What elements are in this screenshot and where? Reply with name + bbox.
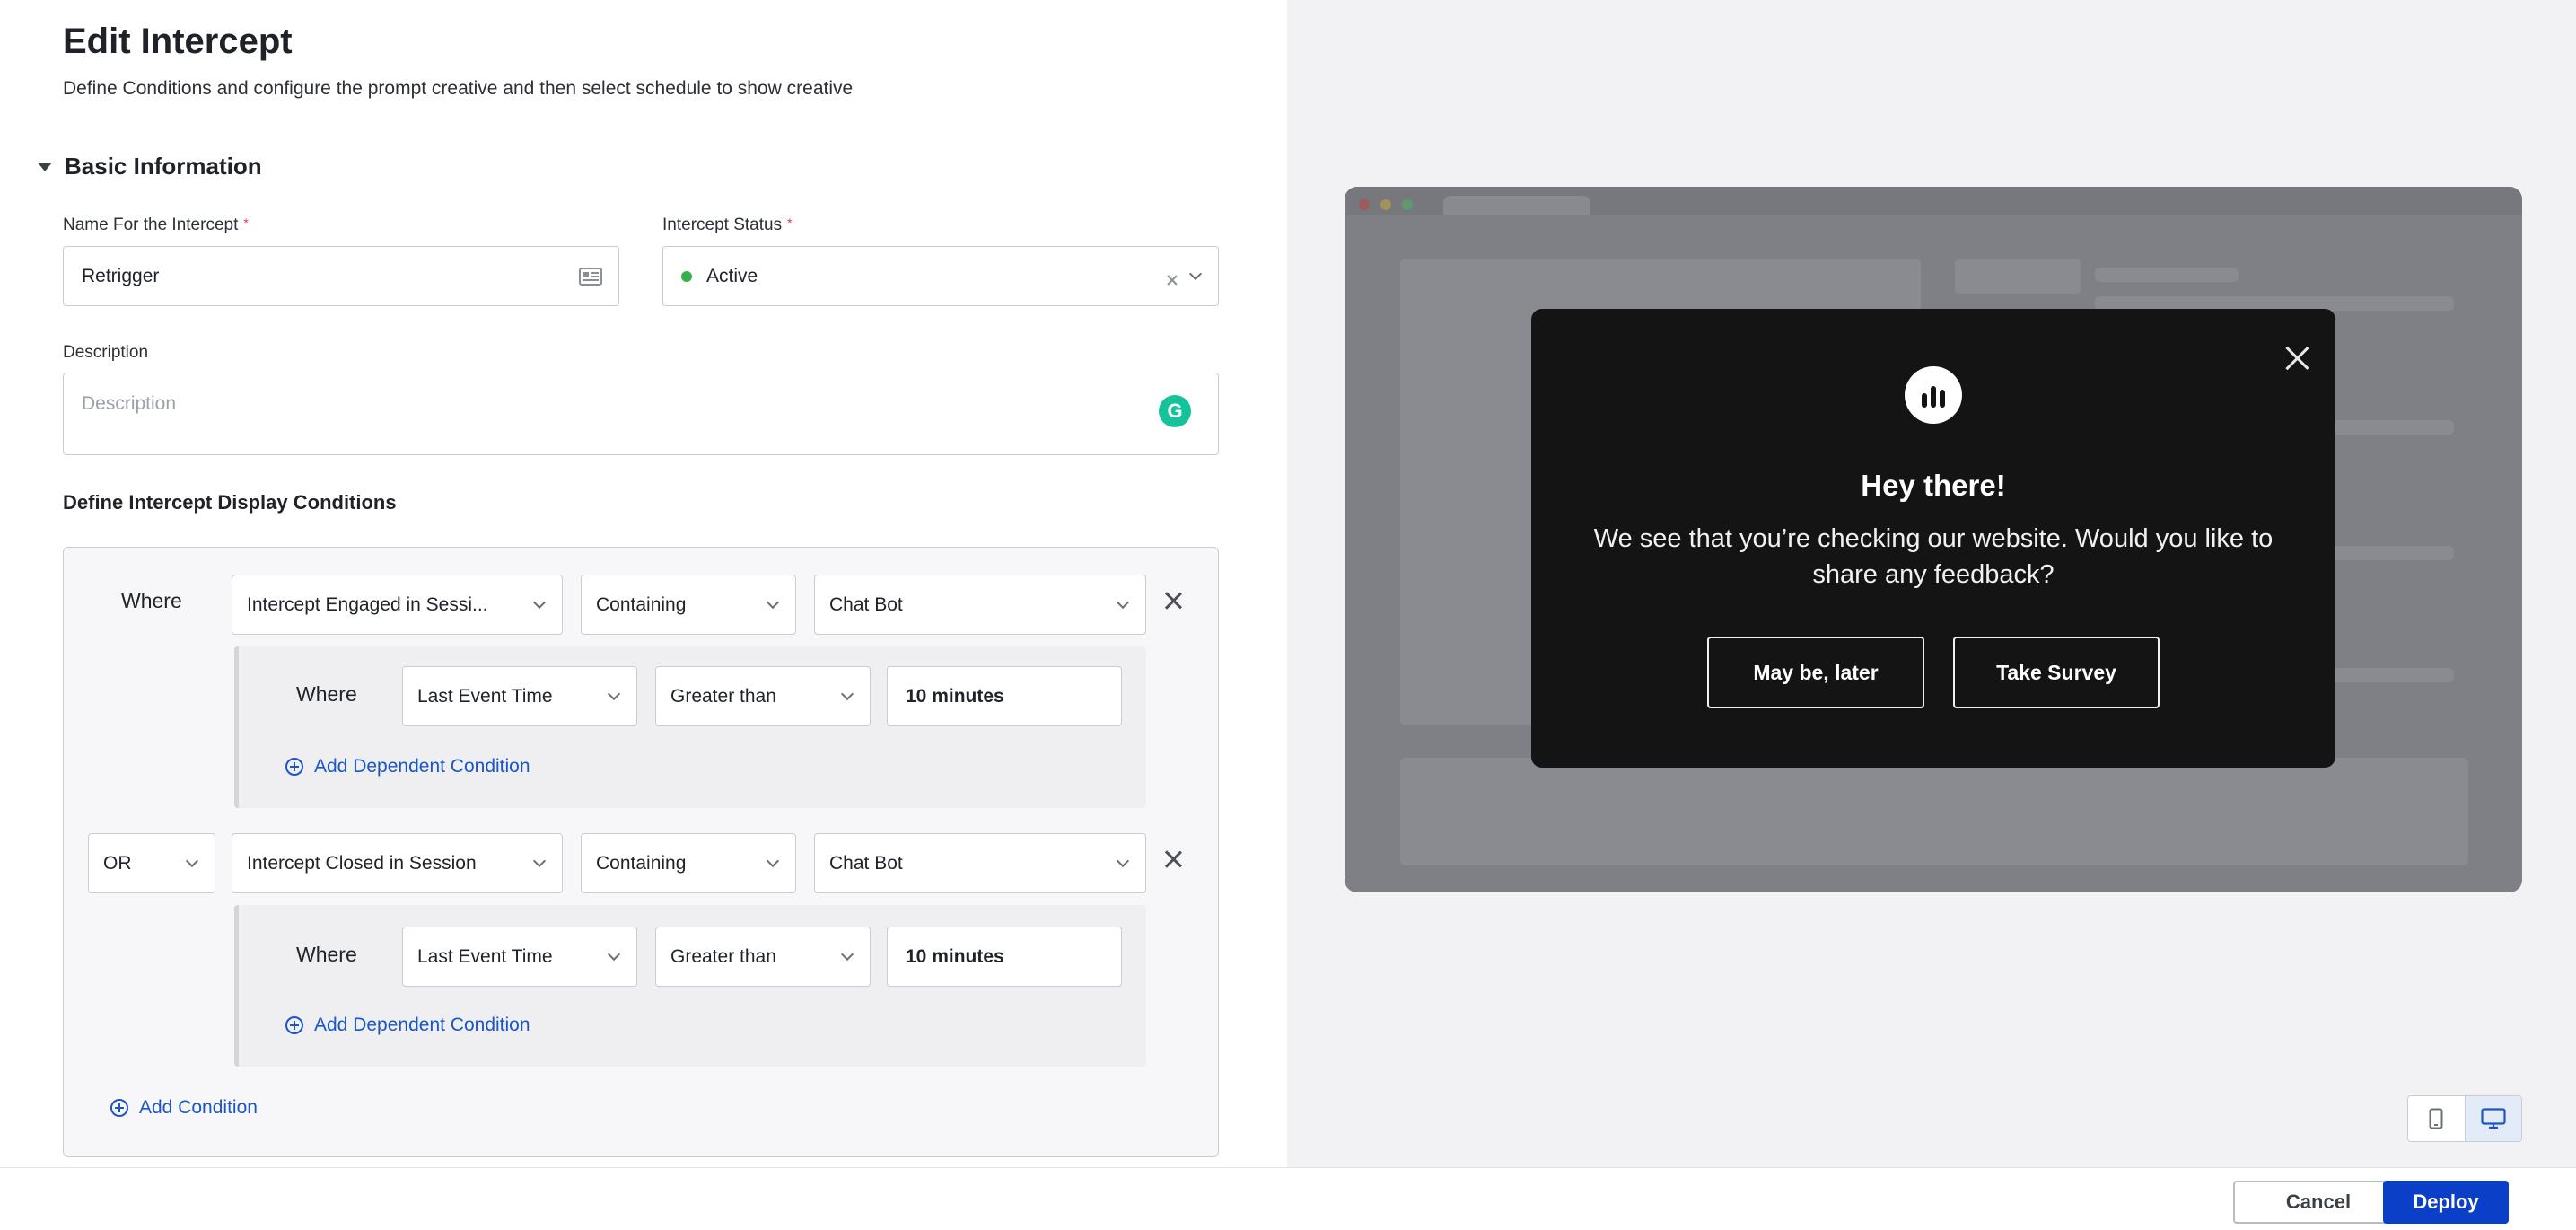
chevron-down-icon — [532, 854, 547, 867]
prompt-message: We see that you’re checking our website.… — [1593, 524, 2274, 589]
status-label-text: Intercept Status — [662, 215, 783, 234]
mobile-icon — [2429, 1108, 2443, 1129]
dependent-condition-block: Where Last Event Time Greater than 10 mi… — [234, 905, 1146, 1067]
window-dot — [1380, 199, 1391, 210]
dependent-operator-select[interactable]: Greater than — [655, 666, 871, 726]
conditions-panel: Where Intercept Engaged in Sessi... Cont… — [63, 547, 1219, 1157]
page-subtitle: Define Conditions and configure the prom… — [63, 78, 854, 99]
cancel-button[interactable]: Cancel — [2233, 1181, 2404, 1224]
description-label: Description — [63, 343, 149, 362]
desktop-view-button[interactable] — [2464, 1096, 2521, 1141]
condition-value-select[interactable]: Chat Bot — [814, 575, 1146, 635]
add-condition-button[interactable]: Add Condition — [110, 1097, 258, 1119]
dependent-operator-select[interactable]: Greater than — [655, 927, 871, 987]
dependent-condition-block: Where Last Event Time Greater than 10 mi… — [234, 646, 1146, 808]
maybe-later-button[interactable]: May be, later — [1707, 637, 1924, 708]
condition-value-text: Chat Bot — [829, 852, 903, 874]
desktop-icon — [2481, 1108, 2506, 1129]
plus-circle-icon — [285, 1016, 303, 1034]
skeleton-block — [1400, 758, 2468, 865]
condition-field-select[interactable]: Intercept Engaged in Sessi... — [232, 575, 563, 635]
chevron-down-icon — [607, 687, 621, 700]
add-condition-label: Add Condition — [139, 1097, 258, 1118]
remove-condition-button[interactable] — [1161, 847, 1186, 872]
logic-connector-value: OR — [103, 852, 132, 874]
condition-value-select[interactable]: Chat Bot — [814, 833, 1146, 893]
name-label-text: Name For the Intercept — [63, 215, 239, 234]
window-dot — [1402, 199, 1413, 210]
dependent-field-value: Last Event Time — [417, 685, 553, 707]
logic-connector-select[interactable]: OR — [88, 833, 215, 893]
condition-value-text: Chat Bot — [829, 593, 903, 615]
dependent-field-select[interactable]: Last Event Time — [402, 927, 637, 987]
name-label: Name For the Intercept * — [63, 215, 249, 235]
take-survey-button[interactable]: Take Survey — [1953, 637, 2160, 708]
conditions-title: Define Intercept Display Conditions — [63, 491, 397, 514]
intercept-form-panel: Edit Intercept Define Conditions and con… — [0, 0, 1287, 1167]
section-title: Basic Information — [65, 153, 262, 180]
status-dot — [681, 270, 692, 282]
chevron-down-icon — [840, 947, 854, 961]
description-placeholder: Description — [82, 393, 177, 414]
add-dependent-label: Add Dependent Condition — [314, 756, 530, 777]
dependent-connector: Where — [296, 682, 357, 706]
dependent-operator-value: Greater than — [670, 945, 776, 967]
chevron-down-icon — [766, 854, 780, 867]
skeleton-block — [1955, 259, 2081, 294]
condition-operator-select[interactable]: Containing — [581, 575, 796, 635]
required-mark: * — [243, 215, 249, 230]
close-icon[interactable] — [2283, 345, 2310, 372]
description-textarea[interactable]: Description G — [63, 373, 1219, 455]
name-input-value: Retrigger — [82, 265, 160, 286]
chevron-down-icon — [1116, 854, 1130, 867]
brand-logo-icon — [1905, 366, 1962, 424]
grammarly-icon[interactable]: G — [1159, 395, 1191, 427]
window-dot — [1359, 199, 1370, 210]
chevron-down-icon — [766, 595, 780, 609]
prompt-heading: Hey there! — [1861, 469, 2006, 502]
condition-operator-select[interactable]: Containing — [581, 833, 796, 893]
plus-circle-icon — [110, 1099, 128, 1117]
status-select[interactable]: Active — [662, 246, 1219, 306]
basic-information-toggle[interactable]: Basic Information — [38, 153, 262, 180]
plus-circle-icon — [285, 758, 303, 776]
dependent-operator-value: Greater than — [670, 685, 776, 707]
dependent-field-value: Last Event Time — [417, 945, 553, 967]
condition-field-value: Intercept Closed in Session — [247, 852, 477, 874]
condition-connector: Where — [121, 589, 182, 612]
id-card-icon — [579, 267, 602, 286]
condition-operator-value: Containing — [596, 593, 687, 615]
name-input[interactable]: Retrigger — [63, 246, 619, 306]
status-label: Intercept Status * — [662, 215, 793, 235]
dependent-field-select[interactable]: Last Event Time — [402, 666, 637, 726]
add-dependent-condition-button[interactable]: Add Dependent Condition — [285, 1015, 530, 1036]
device-toggle — [2407, 1095, 2522, 1142]
condition-field-value: Intercept Engaged in Sessi... — [247, 593, 488, 615]
clear-icon[interactable] — [1166, 270, 1178, 286]
condition-operator-value: Containing — [596, 852, 687, 874]
page-title: Edit Intercept — [63, 22, 293, 61]
skeleton-line — [2095, 268, 2239, 282]
mobile-view-button[interactable] — [2408, 1096, 2465, 1141]
add-dependent-label: Add Dependent Condition — [314, 1015, 530, 1035]
footer-bar: Cancel Deploy — [0, 1167, 2576, 1230]
dependent-value-input[interactable]: 10 minutes — [887, 666, 1122, 726]
required-mark: * — [787, 215, 793, 230]
deploy-button[interactable]: Deploy — [2383, 1181, 2509, 1224]
remove-condition-button[interactable] — [1161, 588, 1186, 613]
condition-field-select[interactable]: Intercept Closed in Session — [232, 833, 563, 893]
browser-tab — [1443, 196, 1590, 215]
add-dependent-condition-button[interactable]: Add Dependent Condition — [285, 756, 530, 778]
chevron-down-icon — [607, 947, 621, 961]
dependent-value-input[interactable]: 10 minutes — [887, 927, 1122, 987]
caret-down-icon — [38, 162, 52, 171]
chevron-down-icon — [1188, 267, 1203, 280]
chevron-down-icon — [532, 595, 547, 609]
chevron-down-icon — [185, 854, 199, 867]
dependent-connector: Where — [296, 943, 357, 966]
chevron-down-icon — [840, 687, 854, 700]
chevron-down-icon — [1116, 595, 1130, 609]
status-select-value: Active — [706, 265, 758, 286]
survey-prompt-modal: Hey there! We see that you’re checking o… — [1531, 309, 2335, 768]
